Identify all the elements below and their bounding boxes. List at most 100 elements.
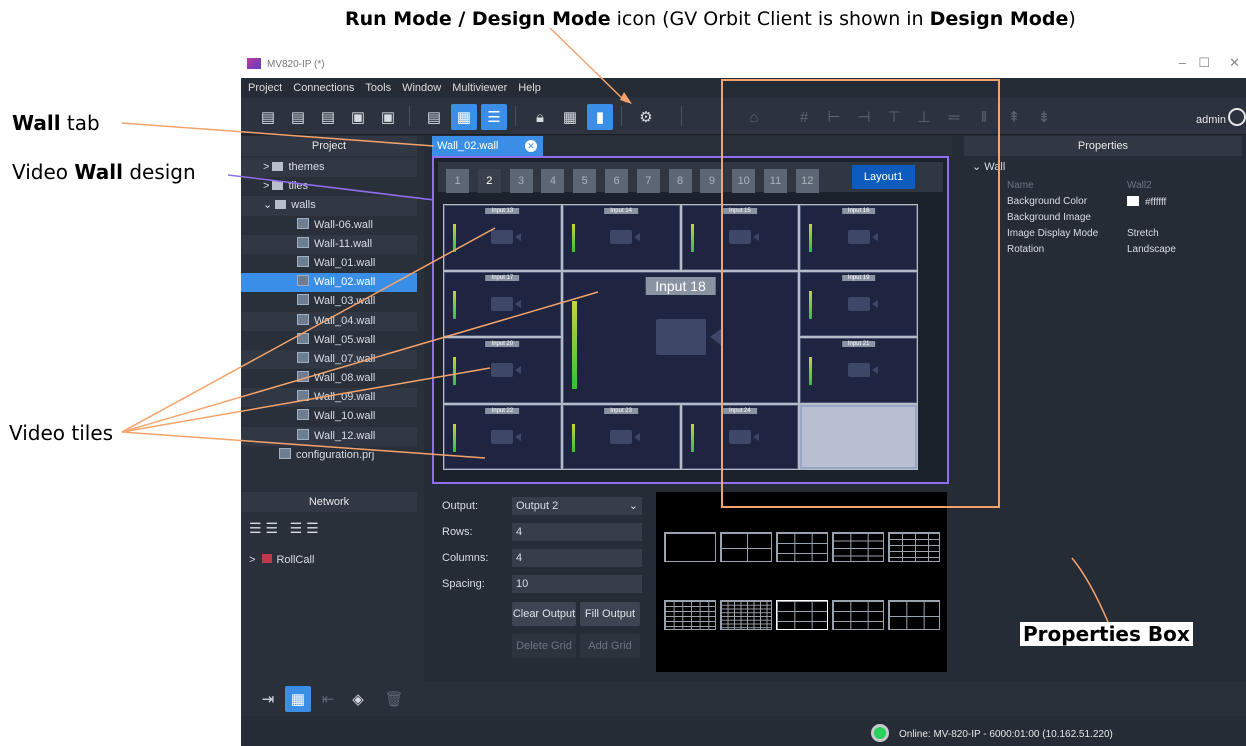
layout-preset[interactable]	[888, 600, 940, 630]
tree-item[interactable]: Wall_09.wall	[241, 388, 417, 408]
page-button[interactable]: 8	[668, 169, 692, 193]
user-icon[interactable]	[1228, 108, 1246, 126]
page-button[interactable]: 1	[446, 169, 469, 193]
tree-item[interactable]: Wall-06.wall	[241, 216, 417, 235]
property-row[interactable]: Name Wall2	[1007, 180, 1152, 191]
save-as-icon[interactable]: ▣	[375, 104, 401, 130]
video-tile[interactable]: Input 22	[444, 404, 561, 469]
audio-meter	[453, 423, 456, 452]
bring-front-icon[interactable]: ⇞	[1001, 104, 1027, 130]
close-icon[interactable]: ✕	[1229, 55, 1240, 71]
network-panel-header: Network	[241, 492, 417, 512]
delete-icon[interactable]: 🗑︎	[381, 686, 407, 712]
layout-preset[interactable]	[720, 532, 772, 562]
tree-item[interactable]: ⌄ walls	[241, 196, 417, 216]
open-project-icon[interactable]: ▤	[285, 104, 311, 130]
page-button[interactable]: 7	[636, 169, 660, 193]
menu-multiviewer[interactable]: Multiviewer	[452, 82, 507, 94]
tree-item[interactable]: Wall_07.wall	[241, 349, 417, 370]
network-tools-icon[interactable]: ☰ ☰ ☰ ☰	[249, 520, 319, 537]
video-tile[interactable]: Input 14	[562, 205, 680, 270]
layout-preset[interactable]	[832, 532, 884, 562]
tree-item-label: Wall-06.wall	[314, 218, 373, 231]
chevron-right-icon[interactable]: >	[263, 180, 272, 192]
page-button[interactable]: 4	[541, 169, 565, 193]
tree-item[interactable]: Wall-11.wall	[241, 234, 417, 254]
layout-tree-icon[interactable]: ☰	[481, 104, 507, 130]
tree-item[interactable]: > tiles	[241, 177, 417, 196]
add-wall-icon[interactable]: ▦	[285, 686, 311, 712]
add-grid-button[interactable]: Add Grid	[580, 634, 640, 658]
video-tile[interactable]: Input 13	[444, 205, 561, 270]
exit-icon[interactable]: ⇥	[255, 686, 281, 712]
tree-item[interactable]: Wall_08.wall	[241, 369, 417, 388]
tree-item[interactable]: Wall_12.wall	[241, 426, 417, 446]
add-item-icon[interactable]: ▤	[315, 104, 341, 130]
delete-grid-button[interactable]: Delete Grid	[512, 634, 576, 658]
menu-tools[interactable]: Tools	[365, 82, 391, 94]
output-select[interactable]: Output 2 ⌄	[512, 497, 642, 515]
layout-preset[interactable]	[720, 600, 772, 630]
fill-output-button[interactable]: Fill Output	[580, 602, 640, 626]
tree-item[interactable]: Wall_05.wall	[241, 331, 417, 350]
tree-item[interactable]: Wall_02.wall	[241, 273, 417, 293]
menu-connections[interactable]: Connections	[293, 82, 354, 94]
video-tile[interactable]: Input 17	[444, 271, 561, 336]
columns-spinbox[interactable]: 4	[512, 549, 642, 567]
page-button[interactable]: 6	[605, 169, 628, 193]
spacing-spinbox[interactable]: 10	[512, 575, 642, 593]
layout-preset[interactable]	[664, 532, 716, 562]
tree-item[interactable]: Wall_10.wall	[241, 407, 417, 426]
user-name[interactable]: admin	[1196, 114, 1226, 126]
minimize-icon[interactable]: –	[1179, 55, 1186, 70]
tree-item[interactable]: Wall_01.wall	[241, 254, 417, 273]
output-label: Output:	[442, 500, 479, 512]
tree-item[interactable]: Wall_04.wall	[241, 311, 417, 331]
property-row[interactable]: Background Image	[1007, 212, 1091, 223]
settings-icon[interactable]: ⚙	[633, 104, 659, 130]
video-tile[interactable]: Input 23	[562, 404, 680, 469]
audio-meter	[690, 423, 694, 452]
property-row[interactable]: Background Color #ffffff	[1007, 196, 1166, 208]
color-swatch[interactable]	[1127, 196, 1139, 206]
tree-item[interactable]: configuration.prj	[241, 446, 417, 465]
grid-icon[interactable]: ▦	[557, 104, 583, 130]
wall-editor-icon[interactable]: ▦	[451, 104, 477, 130]
menu-help[interactable]: Help	[518, 82, 541, 94]
page-button[interactable]: 9	[700, 169, 724, 193]
layout-preset[interactable]	[776, 600, 828, 630]
menu-window[interactable]: Window	[402, 82, 441, 94]
tree-item[interactable]: Wall_03.wall	[241, 292, 417, 311]
network-item-rollcall[interactable]: > RollCall	[249, 554, 314, 566]
layers-icon[interactable]: ◈	[345, 686, 371, 712]
menu-project[interactable]: Project	[248, 82, 282, 94]
layout-preset[interactable]	[664, 600, 716, 630]
rows-spinbox[interactable]: 4	[512, 523, 642, 541]
tab-wall-02[interactable]: Wall_02.wall ✕	[432, 136, 543, 156]
export-icon[interactable]: ▤	[421, 104, 447, 130]
save-icon[interactable]: ▣	[345, 104, 371, 130]
page-button[interactable]: 2	[477, 169, 501, 193]
layout-preset[interactable]	[832, 600, 884, 630]
layout-preset[interactable]	[888, 532, 940, 562]
page-button[interactable]: 3	[509, 169, 533, 193]
property-row[interactable]: Image Display Mode Stretch	[1007, 228, 1159, 239]
property-row[interactable]: Rotation Landscape	[1007, 244, 1176, 255]
annotation-run-design-mode: Run Mode / Design Mode icon (GV Orbit Cl…	[345, 8, 1076, 30]
tree-item[interactable]: > themes	[241, 158, 417, 178]
new-project-icon[interactable]: ▤	[255, 104, 281, 130]
chevron-right-icon[interactable]: >	[263, 161, 272, 173]
close-tab-icon[interactable]: ✕	[525, 140, 537, 152]
run-design-mode-icon[interactable]: ▮	[587, 104, 613, 130]
maximize-icon[interactable]: ☐	[1198, 55, 1210, 71]
lock-icon[interactable]: 🔒︎	[527, 104, 553, 130]
property-name: Background Image	[1007, 212, 1091, 223]
page-button[interactable]: 5	[573, 169, 597, 193]
property-name: Rotation	[1007, 244, 1045, 255]
layout-preset[interactable]	[776, 532, 828, 562]
send-back-icon[interactable]: ⇟	[1031, 104, 1057, 130]
video-tile[interactable]: Input 20	[444, 338, 561, 403]
clear-output-button[interactable]: Clear Output	[512, 602, 576, 626]
back-icon[interactable]: ⇤	[315, 686, 341, 712]
chevron-down-icon[interactable]: ⌄	[263, 199, 275, 211]
